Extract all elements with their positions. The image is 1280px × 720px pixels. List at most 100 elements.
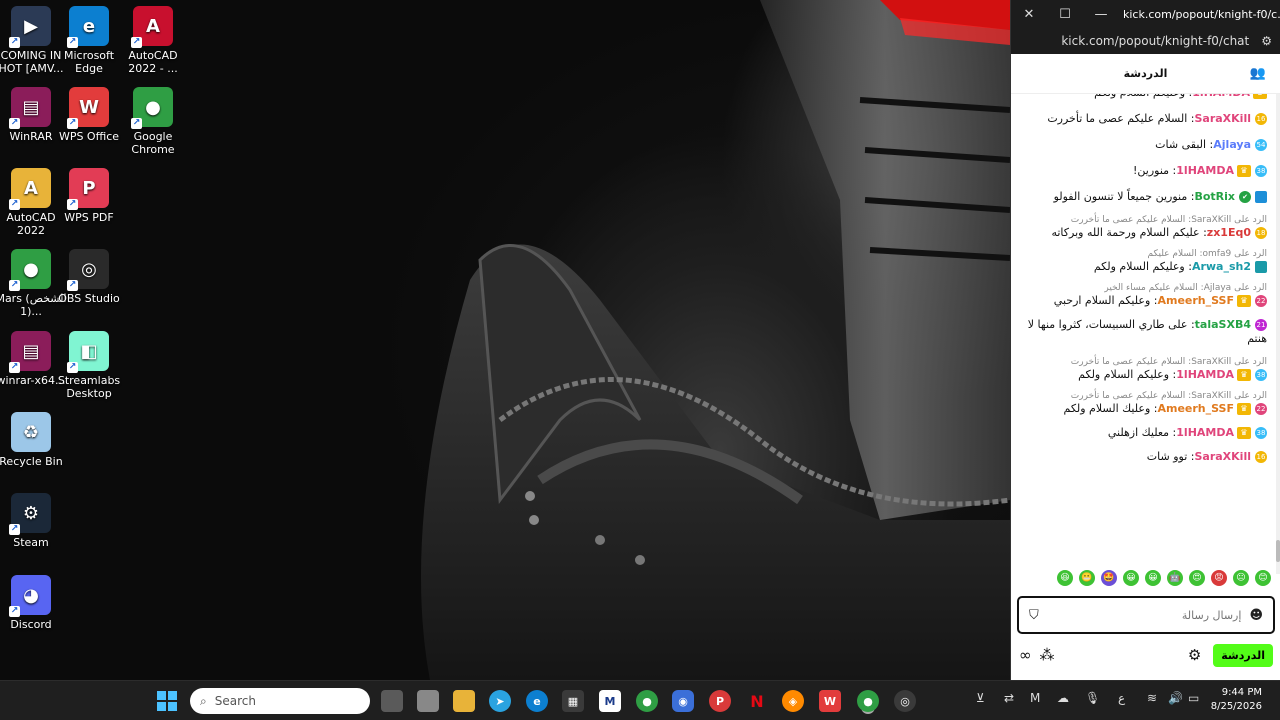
telegram-icon[interactable]: ➤: [489, 690, 511, 712]
language-indicator[interactable]: ع: [1118, 691, 1125, 705]
reply-preview[interactable]: الرد على omfa9: السلام عليكم: [1023, 248, 1267, 260]
start-button[interactable]: [156, 690, 178, 712]
desktop-icon[interactable]: ● ↗ Google Chrome: [117, 83, 189, 161]
site-settings-icon[interactable]: ⚙: [1261, 34, 1272, 48]
desktop-icon[interactable]: W ↗ WPS Office: [53, 83, 125, 161]
desktop-icon[interactable]: P ↗ WPS PDF: [53, 164, 125, 242]
address-url[interactable]: kick.com/popout/knight-f0/chat: [1061, 34, 1249, 48]
file-explorer-icon[interactable]: [453, 690, 475, 712]
chat-message[interactable]: 54Ajlaya: البقى شات: [1023, 138, 1267, 152]
message-username[interactable]: talaSXB4: [1195, 318, 1251, 331]
tray-settings-icon[interactable]: ⇄: [1004, 691, 1014, 705]
taskbar-clock[interactable]: 9:44 PM 8/25/2026: [1211, 686, 1262, 714]
desktop-icon[interactable]: ◧ ↗ Streamlabs Desktop: [53, 327, 125, 405]
desktop-icon[interactable]: ♻ Recycle Bin: [0, 408, 67, 486]
desktop-icon-label: WinRAR: [9, 130, 53, 143]
message-username[interactable]: 1lHAMDA: [1176, 426, 1234, 439]
emote-icon[interactable]: 😊: [1255, 570, 1271, 586]
message-username[interactable]: Ameerh_SSF: [1157, 402, 1234, 415]
users-icon[interactable]: 👥: [1250, 66, 1266, 81]
edge-icon[interactable]: e: [526, 690, 548, 712]
microphone-icon[interactable]: 🎙: [1085, 691, 1100, 705]
chat-message[interactable]: الرد على Ajlaya: السلام عليكم مساء الخير…: [1023, 282, 1267, 308]
minimize-icon[interactable]: —: [1083, 7, 1119, 22]
desktop-icon[interactable]: ⚙ ↗ Steam: [0, 489, 67, 567]
message-username[interactable]: zx1Eq0: [1207, 226, 1251, 239]
message-username[interactable]: SaraXKill: [1194, 450, 1251, 463]
chat-message[interactable]: الرد على SaraXKill: السلام عليكم عصى ما …: [1023, 356, 1267, 382]
windows-logo-icon: [157, 691, 177, 711]
chat-message[interactable]: 38♛1lHAMDA: منورين!: [1023, 164, 1267, 178]
chat-app-icon[interactable]: ◉: [672, 690, 694, 712]
subscriber-badge-icon: 54: [1255, 139, 1267, 151]
message-text: توو شات: [1146, 450, 1188, 463]
emote-icon[interactable]: 😬: [1079, 570, 1095, 586]
pdf-app-icon[interactable]: P: [709, 690, 731, 712]
capcut-icon[interactable]: M: [599, 690, 621, 712]
davinci-icon[interactable]: ◈: [782, 690, 804, 712]
chat-message[interactable]: الرد على SaraXKill: السلام عليكم عصى ما …: [1023, 214, 1267, 240]
gear-icon[interactable]: ⚙: [1188, 646, 1201, 664]
emote-icon[interactable]: 😀: [1123, 570, 1139, 586]
message-username[interactable]: BotRix: [1194, 190, 1235, 203]
emote-icon[interactable]: 😀: [1145, 570, 1161, 586]
desktop-icon[interactable]: ◎ ↗ OBS Studio: [53, 245, 125, 323]
chrome-icon[interactable]: ●: [636, 690, 658, 712]
chat-message[interactable]: 21talaSXB4: على طاري السبيسات، كثروا منه…: [1023, 318, 1267, 346]
chat-message[interactable]: الرد على omfa9: السلام عليكم Arwa_sh2: وع…: [1023, 248, 1267, 274]
message-username[interactable]: 1lHAMDA: [1176, 164, 1234, 177]
close-icon[interactable]: ✕: [1011, 7, 1047, 22]
chat-message[interactable]: ♛1lHAMDA: وعليكم السلام ولكم: [1023, 94, 1267, 100]
battery-icon[interactable]: ▭: [1188, 691, 1199, 705]
emote-icon[interactable]: 😐: [1233, 570, 1249, 586]
emote-icon[interactable]: 😆: [1057, 570, 1073, 586]
scrollbar[interactable]: [1276, 94, 1280, 574]
infinity-icon[interactable]: ∞: [1019, 646, 1032, 664]
chat-message[interactable]: ✔BotRix: منورين جميعاً لا تنسون الفولو: [1023, 190, 1267, 204]
prediction-icon[interactable]: ⁂: [1040, 646, 1055, 664]
emote-icon[interactable]: 😡: [1211, 570, 1227, 586]
chat-message-input[interactable]: [1046, 608, 1242, 622]
message-username[interactable]: 1lHAMDA: [1176, 368, 1234, 381]
message-username[interactable]: Ameerh_SSF: [1157, 294, 1234, 307]
volume-icon[interactable]: 🔊: [1168, 691, 1183, 705]
onedrive-icon[interactable]: ☁: [1057, 691, 1069, 705]
chat-send-button[interactable]: الدردشة: [1213, 643, 1273, 667]
desktop-icon[interactable]: ◕ ↗ Discord: [0, 571, 67, 649]
store-icon[interactable]: ▦: [562, 690, 584, 712]
wifi-icon[interactable]: ≋: [1147, 691, 1157, 705]
address-bar[interactable]: kick.com/popout/knight-f0/chat ⚙: [1011, 28, 1280, 54]
message-username[interactable]: Arwa_sh2: [1192, 260, 1251, 273]
shortcut-arrow-icon: ↗: [67, 199, 78, 210]
chat-message[interactable]: الرد على SaraXKill: السلام عليكم عصى ما …: [1023, 390, 1267, 416]
reply-preview[interactable]: الرد على SaraXKill: السلام عليكم عصى ما …: [1023, 390, 1267, 402]
emote-icon[interactable]: 😍: [1189, 570, 1205, 586]
desktop-icon[interactable]: A ↗ AutoCAD 2022 - ...: [117, 2, 189, 80]
reply-preview[interactable]: الرد على Ajlaya: السلام عليكم مساء الخير: [1023, 282, 1267, 294]
widgets-icon[interactable]: [417, 690, 439, 712]
obs-taskbar-icon[interactable]: ◎: [894, 690, 916, 712]
chat-message[interactable]: 16SaraXKill: توو شات: [1023, 450, 1267, 464]
desktop-icon[interactable]: e ↗ Microsoft Edge: [53, 2, 125, 80]
chat-message[interactable]: 16SaraXKill: السلام عليكم عصى ما تأخررت: [1023, 112, 1267, 126]
chat-input-box[interactable]: ☻ ⛉: [1017, 596, 1275, 634]
taskbar-search[interactable]: ⌕ Search: [190, 688, 370, 714]
tray-m-icon[interactable]: M: [1030, 691, 1040, 705]
wps-icon[interactable]: W: [819, 690, 841, 712]
reply-preview[interactable]: الرد على SaraXKill: السلام عليكم عصى ما …: [1023, 356, 1267, 368]
shield-icon[interactable]: ⛉: [1029, 608, 1039, 623]
message-username[interactable]: SaraXKill: [1194, 112, 1251, 125]
emote-icon[interactable]: 🤩: [1101, 570, 1117, 586]
chrome-active-icon[interactable]: ●: [857, 690, 879, 712]
tray-app-icon[interactable]: ⊻: [976, 691, 985, 705]
reply-preview[interactable]: الرد على SaraXKill: السلام عليكم عصى ما …: [1023, 214, 1267, 226]
scrollbar-thumb[interactable]: [1276, 540, 1280, 562]
message-username[interactable]: 1lHAMDA: [1192, 94, 1250, 99]
netflix-icon[interactable]: N: [746, 690, 768, 712]
emote-icon[interactable]: 🤖: [1167, 570, 1183, 586]
emoji-icon[interactable]: ☻: [1249, 608, 1263, 623]
task-view-icon[interactable]: [381, 690, 403, 712]
maximize-icon[interactable]: ☐: [1047, 7, 1083, 22]
chat-message[interactable]: 38♛1lHAMDA: معليك ازهلني: [1023, 426, 1267, 440]
message-username[interactable]: Ajlaya: [1213, 138, 1251, 151]
